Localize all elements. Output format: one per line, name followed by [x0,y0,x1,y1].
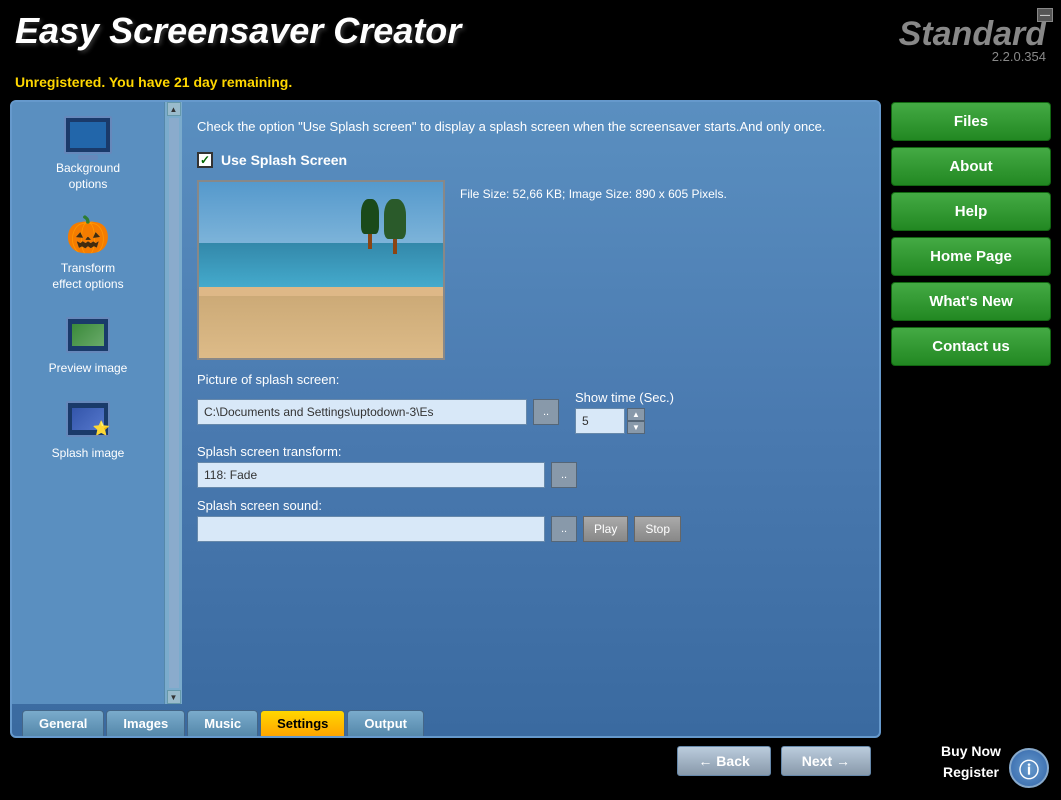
transform-input[interactable] [197,462,545,488]
transform-form-group: Splash screen transform: .. [197,444,864,488]
splash-image-preview [197,180,445,360]
main-content: Check the option "Use Splash screen" to … [182,102,879,704]
homepage-button[interactable]: Home Page [891,237,1051,276]
unregistered-text: Unregistered. You have 21 day remaining. [15,74,292,90]
tab-images[interactable]: Images [106,710,185,736]
about-button[interactable]: About [891,147,1051,186]
files-button[interactable]: Files [891,102,1051,141]
use-splash-checkbox[interactable]: ✓ [197,152,213,168]
file-info: File Size: 52,66 KB; Image Size: 890 x 6… [460,180,727,203]
sound-input[interactable] [197,516,545,542]
picture-browse-button[interactable]: .. [533,399,559,425]
tab-output[interactable]: Output [347,710,424,736]
next-button[interactable]: Next → [781,746,871,776]
sidebar-item-preview[interactable]: Preview image [49,312,146,377]
sidebar-item-background[interactable]: Backgroundoptions [56,112,138,192]
content-inner: Backgroundoptions 🎃 Transformeffect opti… [12,102,879,704]
show-time-input[interactable] [575,408,625,434]
show-time-block: Show time (Sec.) ▲ ▼ [575,390,674,434]
spinner-up-button[interactable]: ▲ [627,408,645,421]
picture-label: Picture of splash screen: [197,372,864,387]
app-title: Easy Screensaver Creator [15,10,461,52]
image-preview-row: File Size: 52,66 KB; Image Size: 890 x 6… [197,180,864,360]
tab-settings[interactable]: Settings [260,710,345,736]
use-splash-checkbox-row[interactable]: ✓ Use Splash Screen [197,152,864,168]
spinner-buttons: ▲ ▼ [627,408,645,434]
checkbox-check-mark: ✓ [200,153,210,167]
picture-form-row: .. Show time (Sec.) ▲ ▼ [197,390,864,434]
version-block: Standard 2.2.0.354 [899,15,1046,64]
sidebar: Backgroundoptions 🎃 Transformeffect opti… [12,102,182,704]
show-time-label: Show time (Sec.) [575,390,674,405]
version-number: 2.2.0.354 [992,49,1046,64]
nav-buttons: ← Back Next → [10,738,881,780]
whats-new-button[interactable]: What's New [891,282,1051,321]
monitor-icon [63,112,113,157]
unregistered-bar: Unregistered. You have 21 day remaining. [0,69,1061,100]
help-button[interactable]: Help [891,192,1051,231]
beach-trees [361,199,406,254]
spinner-down-button[interactable]: ▼ [627,421,645,434]
left-area: Backgroundoptions 🎃 Transformeffect opti… [10,100,881,780]
sidebar-label-background: Backgroundoptions [56,161,120,192]
stop-button[interactable]: Stop [634,516,681,542]
main-layout: Backgroundoptions 🎃 Transformeffect opti… [0,100,1061,790]
content-panel: Backgroundoptions 🎃 Transformeffect opti… [10,100,881,738]
sidebar-scrollbar[interactable]: ▲ ▼ [164,102,182,704]
picture-form-group: Picture of splash screen: .. Show time (… [197,372,864,434]
play-button[interactable]: Play [583,516,628,542]
spinner-row: ▲ ▼ [575,408,645,434]
tab-general[interactable]: General [22,710,104,736]
picture-path-input[interactable] [197,399,527,425]
scroll-thumb[interactable] [169,118,179,688]
sound-label: Splash screen sound: [197,498,864,513]
scroll-down-arrow[interactable]: ▼ [167,690,181,704]
splash-image-icon: ⭐ [63,397,113,442]
sound-browse-button[interactable]: .. [551,516,577,542]
pumpkin-icon: 🎃 [63,212,113,257]
preview-image-icon [63,312,113,357]
back-button[interactable]: ← Back [677,746,770,776]
description-text: Check the option "Use Splash screen" to … [197,117,864,137]
sidebar-item-splash[interactable]: ⭐ Splash image [52,397,143,462]
transform-form-row: .. [197,462,864,488]
scroll-up-arrow[interactable]: ▲ [167,102,181,116]
right-sidebar: Files About Help Home Page What's New Co… [891,100,1051,780]
sidebar-label-splash: Splash image [52,446,125,462]
tabs-bar: General Images Music Settings Output [12,704,879,736]
info-button[interactable]: ⓘ [1009,748,1049,788]
transform-label: Splash screen transform: [197,444,864,459]
transform-browse-button[interactable]: .. [551,462,577,488]
sidebar-item-transform[interactable]: 🎃 Transformeffect options [52,212,141,292]
use-splash-label: Use Splash Screen [221,152,347,168]
sidebar-label-transform: Transformeffect options [52,261,123,292]
tab-music[interactable]: Music [187,710,258,736]
title-bar: Easy Screensaver Creator Standard 2.2.0.… [0,0,1061,69]
sound-row: .. Play Stop [197,516,864,542]
contact-us-button[interactable]: Contact us [891,327,1051,366]
minimize-button[interactable]: — [1037,8,1053,22]
sound-form-group: Splash screen sound: .. Play Stop [197,498,864,542]
sidebar-label-preview: Preview image [49,361,128,377]
